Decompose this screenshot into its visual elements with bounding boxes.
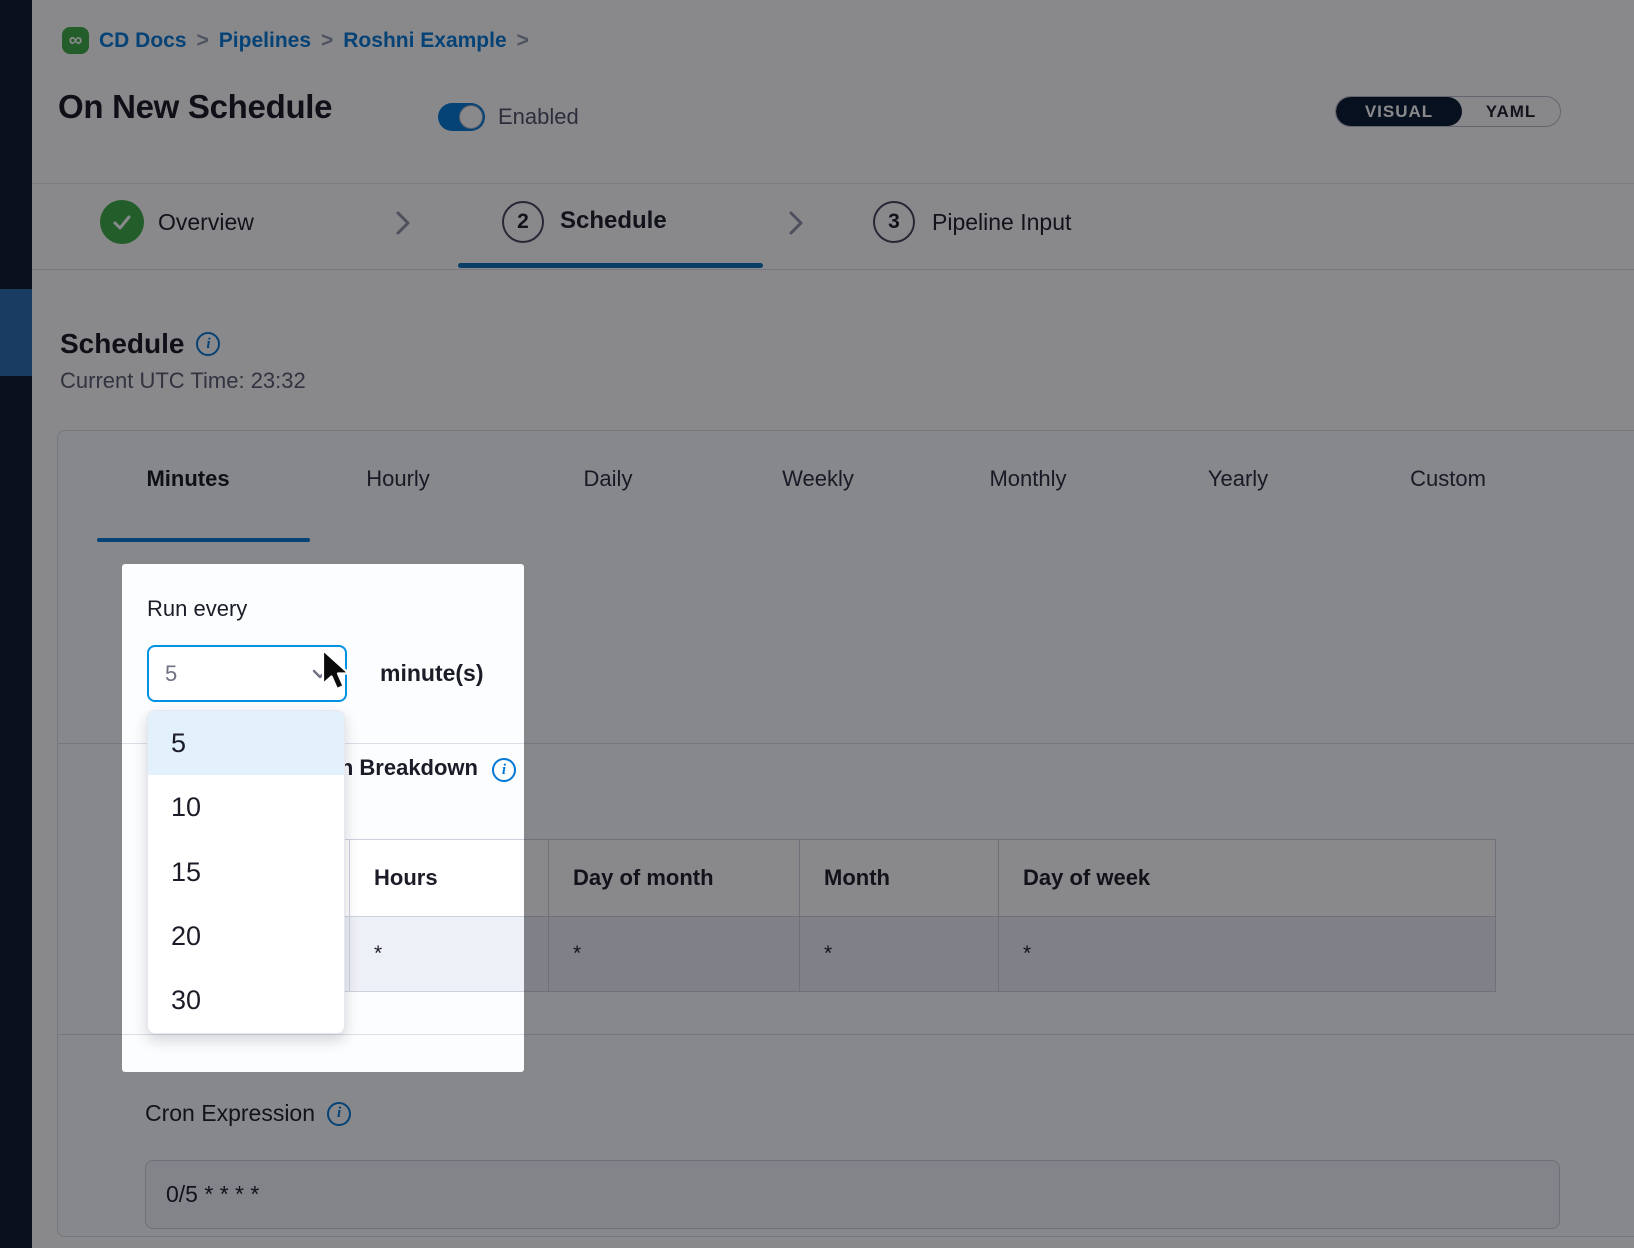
page-title: On New Schedule: [58, 88, 332, 126]
wizard-step-bar: [32, 183, 1634, 270]
yaml-button[interactable]: YAML: [1462, 97, 1560, 126]
column-header-month: Month: [800, 840, 999, 916]
toggle-knob: [459, 105, 483, 129]
wizard-step-pipeline-input[interactable]: Pipeline Input: [932, 209, 1071, 236]
breadcrumb-link-pipelines[interactable]: Pipelines: [219, 29, 311, 53]
breadcrumb-separator: >: [197, 29, 209, 53]
active-step-underline: [458, 263, 763, 268]
current-utc-time: Current UTC Time: 23:32: [60, 368, 306, 394]
schedule-section-heading: Schedule i: [60, 328, 220, 360]
table-cell-month: *: [800, 916, 999, 991]
column-header-hours: Hours: [350, 840, 549, 916]
tab-yearly[interactable]: Yearly: [1208, 466, 1268, 492]
wizard-step-schedule[interactable]: Schedule: [560, 207, 667, 235]
table-header-row: Hours Day of month Month Day of week: [179, 840, 1495, 916]
enabled-toggle[interactable]: [438, 103, 485, 131]
table-cell-hours: *: [350, 916, 549, 991]
minutes-unit-label: minute(s): [380, 660, 484, 687]
step-complete-check-icon: [100, 200, 144, 244]
minutes-select-value: 5: [165, 661, 309, 687]
cd-module-logo-icon: ∞: [62, 27, 89, 54]
schedule-heading-text: Schedule: [60, 328, 184, 360]
minutes-dropdown-menu: 5 10 15 20 30: [147, 710, 345, 1034]
mouse-cursor-icon: [317, 648, 357, 698]
breadcrumb-link-cd-docs[interactable]: CD Docs: [99, 29, 187, 53]
dropdown-option-30[interactable]: 30: [148, 969, 344, 1033]
column-header-day-of-week: Day of week: [999, 840, 1495, 916]
visual-button[interactable]: VISUAL: [1336, 97, 1462, 126]
tab-custom[interactable]: Custom: [1410, 466, 1486, 492]
table-cell-day-of-week: *: [999, 916, 1495, 991]
cron-breakdown-table: Hours Day of month Month Day of week * *…: [178, 839, 1496, 992]
visual-yaml-switch: VISUAL YAML: [1335, 96, 1561, 127]
breadcrumb-separator: >: [517, 29, 529, 53]
tab-minutes[interactable]: Minutes: [146, 466, 229, 492]
table-value-row: * * * *: [179, 916, 1495, 991]
dropdown-option-5[interactable]: 5: [148, 711, 344, 775]
chevron-right-icon: [393, 207, 413, 239]
wizard-step-3-number: 3: [873, 201, 915, 243]
active-tab-underline: [97, 538, 310, 542]
table-cell-day-of-month: *: [549, 916, 800, 991]
wizard-step-2-number: 2: [502, 201, 544, 243]
dropdown-option-10[interactable]: 10: [148, 775, 344, 839]
dropdown-option-20[interactable]: 20: [148, 904, 344, 968]
cron-expression-label: Cron Expression: [145, 1100, 315, 1127]
breakdown-info-icon[interactable]: i: [492, 758, 516, 782]
tab-hourly[interactable]: Hourly: [366, 466, 430, 492]
run-every-label: Run every: [147, 596, 247, 622]
enabled-label: Enabled: [498, 104, 579, 130]
cron-expression-label-row: Cron Expression i: [145, 1100, 351, 1127]
chevron-right-icon: [786, 207, 806, 239]
nav-rail-active-item[interactable]: [0, 289, 32, 376]
cron-expression-input[interactable]: [145, 1160, 1560, 1229]
breadcrumb-link-roshni-example[interactable]: Roshni Example: [343, 29, 506, 53]
tab-weekly[interactable]: Weekly: [782, 466, 854, 492]
breadcrumb-separator: >: [321, 29, 333, 53]
dropdown-option-15[interactable]: 15: [148, 840, 344, 904]
breadcrumb: ∞ CD Docs > Pipelines > Roshni Example >: [62, 27, 529, 54]
left-nav-rail: [0, 0, 32, 1248]
tab-daily[interactable]: Daily: [584, 466, 633, 492]
schedule-info-icon[interactable]: i: [196, 332, 220, 356]
wizard-step-overview[interactable]: Overview: [158, 209, 254, 236]
tab-monthly[interactable]: Monthly: [989, 466, 1066, 492]
column-header-day-of-month: Day of month: [549, 840, 800, 916]
cron-info-icon[interactable]: i: [327, 1102, 351, 1126]
